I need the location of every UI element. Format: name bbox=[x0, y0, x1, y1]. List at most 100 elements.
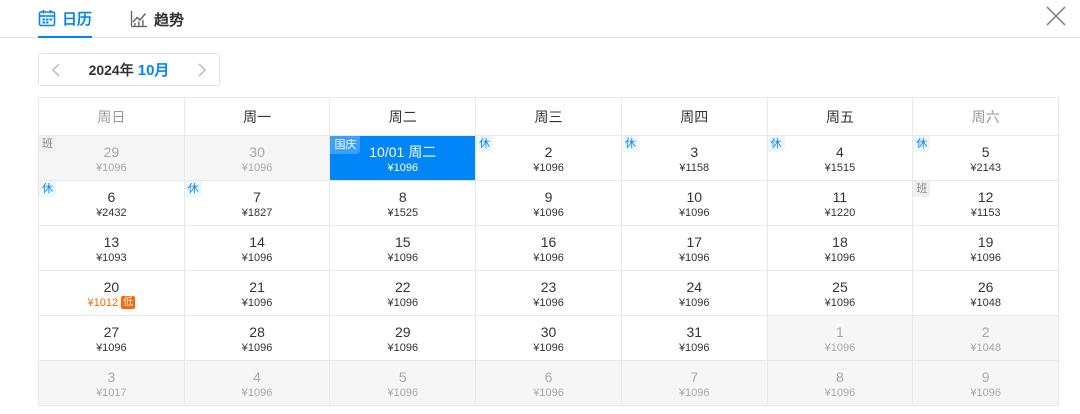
day-price-text: ¥1096 bbox=[387, 162, 419, 174]
weekday-sat: 周六 bbox=[913, 98, 1060, 136]
day-price: ¥1096 bbox=[330, 251, 475, 265]
calendar-day-cell[interactable]: 休 5 ¥2143 bbox=[913, 136, 1060, 181]
holiday-rest-tag: 休 bbox=[476, 136, 494, 152]
day-number-text: 6 bbox=[107, 189, 116, 205]
calendar-day-cell[interactable]: 休 4 ¥1515 bbox=[767, 136, 914, 181]
day-number-text: 14 bbox=[249, 234, 265, 250]
calendar-day-cell[interactable]: 8 ¥1096 bbox=[767, 361, 914, 406]
calendar-day-cell[interactable]: 18 ¥1096 bbox=[767, 226, 914, 271]
day-number-text: 22 bbox=[395, 279, 411, 295]
day-number: 11 bbox=[768, 181, 913, 205]
trend-chart-icon bbox=[130, 11, 147, 28]
calendar-day-cell[interactable]: 6 ¥1096 bbox=[476, 361, 622, 406]
weekday-thu: 周四 bbox=[621, 98, 768, 136]
day-number: 12 bbox=[913, 181, 1058, 205]
day-number: 16 bbox=[476, 226, 621, 250]
day-price-text: ¥1012 bbox=[87, 297, 119, 309]
day-number-text: 11 bbox=[832, 189, 848, 205]
day-number: 6 bbox=[39, 181, 184, 205]
calendar-day-cell[interactable]: 3 ¥1017 bbox=[39, 361, 185, 406]
calendar-day-cell[interactable]: 26 ¥1048 bbox=[913, 271, 1060, 316]
day-price-text: ¥1220 bbox=[824, 207, 856, 219]
calendar-day-cell[interactable]: 休 3 ¥1158 bbox=[621, 136, 768, 181]
calendar-day-cell[interactable]: 1 ¥1096 bbox=[767, 316, 914, 361]
calendar-day-cell-selected[interactable]: 国庆 10/01 周二 ¥1096 bbox=[330, 136, 477, 181]
day-number: 25 bbox=[768, 271, 913, 295]
tab-trend[interactable]: 趋势 bbox=[130, 0, 184, 38]
calendar-day-cell[interactable]: 16 ¥1096 bbox=[476, 226, 622, 271]
day-number: 18 bbox=[768, 226, 913, 250]
calendar-week-row: 班 29 ¥1096 30 ¥1096 国庆 10/01 周二 ¥1096 休 2 ¥1096 休 3 ¥1… bbox=[39, 136, 1060, 181]
next-month-button[interactable] bbox=[185, 54, 219, 85]
calendar-day-cell[interactable]: 4 ¥1096 bbox=[184, 361, 331, 406]
calendar-day-cell[interactable]: 休 2 ¥1096 bbox=[476, 136, 622, 181]
calendar-day-cell[interactable]: 7 ¥1096 bbox=[621, 361, 768, 406]
calendar-day-cell[interactable]: 2 ¥1048 bbox=[913, 316, 1060, 361]
day-number-text: 17 bbox=[686, 234, 703, 250]
day-number-text: 7 bbox=[253, 189, 261, 205]
day-price-text: ¥1096 bbox=[824, 342, 856, 354]
day-number-text: 4 bbox=[836, 144, 844, 160]
close-icon[interactable] bbox=[1044, 4, 1068, 28]
calendar-day-cell[interactable]: 22 ¥1096 bbox=[330, 271, 477, 316]
day-number-text: 3 bbox=[690, 144, 699, 160]
holiday-rest-tag: 休 bbox=[913, 136, 931, 152]
day-price: ¥2432 bbox=[39, 206, 184, 220]
tab-calendar[interactable]: 日历 bbox=[38, 0, 92, 38]
calendar-day-cell[interactable]: 19 ¥1096 bbox=[913, 226, 1060, 271]
day-price-text: ¥1096 bbox=[533, 342, 564, 354]
day-price-text: ¥1096 bbox=[387, 297, 419, 309]
view-tabs: 日历 趋势 bbox=[0, 0, 1080, 38]
lowest-price-badge: 低 bbox=[121, 296, 136, 309]
calendar-day-cell[interactable]: 21 ¥1096 bbox=[184, 271, 331, 316]
prev-month-button[interactable] bbox=[39, 54, 73, 85]
calendar-day-cell[interactable]: 25 ¥1096 bbox=[767, 271, 914, 316]
calendar-day-cell[interactable]: 10 ¥1096 bbox=[621, 181, 768, 226]
calendar-day-cell[interactable]: 29 ¥1096 bbox=[330, 316, 477, 361]
day-number: 27 bbox=[39, 316, 184, 340]
day-price-text: ¥1096 bbox=[387, 252, 419, 264]
calendar-day-cell[interactable]: 24 ¥1096 bbox=[621, 271, 768, 316]
day-number: 7 bbox=[622, 361, 767, 385]
calendar-day-cell[interactable]: 30 ¥1096 bbox=[476, 316, 622, 361]
calendar-day-cell[interactable]: 5 ¥1096 bbox=[330, 361, 477, 406]
calendar-day-cell[interactable]: 班 12 ¥1153 bbox=[913, 181, 1060, 226]
calendar-day-cell[interactable]: 30 ¥1096 bbox=[184, 136, 331, 181]
calendar-day-cell[interactable]: 8 ¥1525 bbox=[330, 181, 477, 226]
weekday-wed: 周三 bbox=[476, 98, 622, 136]
calendar-day-cell[interactable]: 休 7 ¥1827 bbox=[184, 181, 331, 226]
calendar-day-cell[interactable]: 14 ¥1096 bbox=[184, 226, 331, 271]
day-price-text: ¥1096 bbox=[387, 387, 419, 399]
day-number-text: 2 bbox=[981, 324, 990, 340]
day-number: 2 bbox=[476, 136, 621, 160]
day-number-text: 30 bbox=[249, 144, 265, 160]
calendar-day-cell[interactable]: 20 ¥1012 低 bbox=[39, 271, 185, 316]
holiday-rest-tag: 休 bbox=[184, 181, 202, 197]
calendar-day-cell[interactable]: 9 ¥1096 bbox=[476, 181, 622, 226]
calendar-day-cell[interactable]: 31 ¥1096 bbox=[621, 316, 768, 361]
calendar-day-cell[interactable]: 23 ¥1096 bbox=[476, 271, 622, 316]
day-number: 3 bbox=[39, 361, 184, 385]
day-price: ¥1158 bbox=[622, 161, 767, 175]
calendar-day-cell[interactable]: 15 ¥1096 bbox=[330, 226, 477, 271]
calendar-day-cell[interactable]: 班 29 ¥1096 bbox=[39, 136, 185, 181]
calendar-day-cell[interactable]: 13 ¥1093 bbox=[39, 226, 185, 271]
day-price-text: ¥1048 bbox=[970, 342, 1001, 354]
day-price: ¥1096 bbox=[768, 341, 913, 355]
calendar-day-cell[interactable]: 休 6 ¥2432 bbox=[39, 181, 185, 226]
calendar-day-cell[interactable]: 27 ¥1096 bbox=[39, 316, 185, 361]
day-number: 7 bbox=[185, 181, 330, 205]
day-price-text: ¥1096 bbox=[824, 387, 856, 399]
day-number: 10 bbox=[622, 181, 767, 205]
day-price: ¥1096 bbox=[622, 206, 767, 220]
calendar-day-cell[interactable]: 9 ¥1096 bbox=[913, 361, 1060, 406]
day-price: ¥1096 bbox=[476, 206, 621, 220]
day-price: ¥1515 bbox=[768, 161, 913, 175]
day-number-text: 16 bbox=[540, 234, 557, 250]
calendar-day-cell[interactable]: 28 ¥1096 bbox=[184, 316, 331, 361]
calendar-day-cell[interactable]: 17 ¥1096 bbox=[621, 226, 768, 271]
day-price: ¥1096 bbox=[913, 386, 1058, 400]
day-price-text: ¥1096 bbox=[241, 252, 273, 264]
day-price: ¥1096 bbox=[768, 296, 913, 310]
calendar-day-cell[interactable]: 11 ¥1220 bbox=[767, 181, 914, 226]
